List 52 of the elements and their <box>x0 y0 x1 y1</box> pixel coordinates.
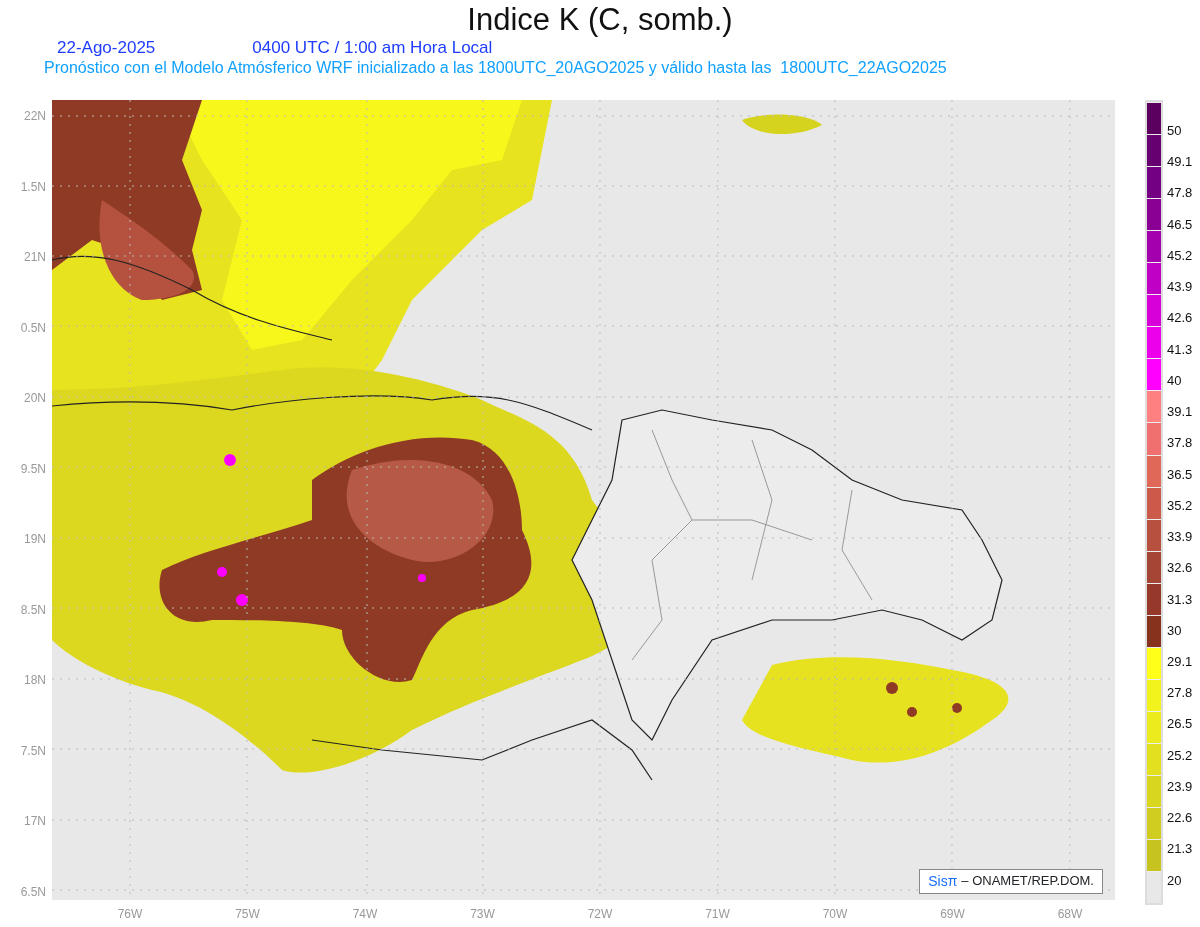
scale-label: 49.1 <box>1167 155 1193 172</box>
scale-label: 46.5 <box>1167 217 1193 234</box>
scale-label: 45.2 <box>1167 248 1193 265</box>
scale-label: 37.8 <box>1167 436 1193 453</box>
scale-label: 40 <box>1167 373 1183 390</box>
scale-label: 25.2 <box>1167 748 1193 765</box>
scale-label: 36.5 <box>1167 467 1193 484</box>
scale-label: 29.1 <box>1167 655 1193 671</box>
longitude-label: 75W <box>234 906 261 923</box>
scale-label: 35.2 <box>1167 498 1193 515</box>
scale-label: 47.8 <box>1167 186 1193 203</box>
scale-label: 42.6 <box>1167 311 1193 328</box>
latitude-label: 18N <box>24 673 46 687</box>
forecast-date: 22-Ago-2025 <box>57 38 156 58</box>
chart-title: Indice K (C, somb.) <box>466 1 734 38</box>
latitude-label: 22N <box>24 109 46 123</box>
scale-label: 20 <box>1167 873 1183 890</box>
latitude-label: 9.5N <box>20 461 46 476</box>
scale-label: 27.8 <box>1167 686 1193 703</box>
forecast-time: 0400 UTC / 1:00 am Hora Local <box>252 38 493 58</box>
latitude-label: 1.5N <box>20 179 46 194</box>
latitude-label: 20N <box>24 391 46 405</box>
scale-label: 50 <box>1167 124 1183 140</box>
longitude-label: 71W <box>704 906 731 923</box>
scale-label: 22.6 <box>1167 811 1193 828</box>
longitude-label: 68W <box>1056 906 1084 923</box>
longitude-label: 69W <box>939 906 966 923</box>
scale-label: 39.1 <box>1167 405 1193 422</box>
scale-label: 43.9 <box>1167 280 1193 297</box>
scale-label: 21.3 <box>1167 842 1193 859</box>
scale-label: 30 <box>1167 623 1183 640</box>
longitude-label: 76W <box>116 906 144 923</box>
longitude-label: 73W <box>469 906 496 923</box>
scale-label: 31.3 <box>1167 592 1193 609</box>
scale-label: 26.5 <box>1167 717 1193 734</box>
scale-label: 32.6 <box>1167 561 1193 578</box>
latitude-label: 17N <box>24 814 46 828</box>
latitude-label: 8.5N <box>20 602 46 617</box>
latitude-label: 0.5N <box>20 320 46 335</box>
longitude-label: 72W <box>586 906 614 923</box>
scale-label: 33.9 <box>1167 530 1193 547</box>
logo-text: Sisπ <box>928 872 958 891</box>
latitude-label: 7.5N <box>20 743 46 758</box>
forecast-description: Pronóstico con el Modelo Atmósferico WRF inicializado a las 1800UTC_20AGO2025 y válido hasta las 1800UTC_22AGO2025 <box>43 58 948 78</box>
longitude-label: 70W <box>821 906 849 923</box>
scale-label: 41.3 <box>1167 342 1193 359</box>
latitude-label: 21N <box>24 250 46 264</box>
latitude-label: 19N <box>24 532 46 546</box>
latitude-label: 6.5N <box>20 884 46 899</box>
longitude-label: 74W <box>351 906 379 923</box>
scale-label: 23.9 <box>1167 779 1193 796</box>
credit-text: – ONAMET/REP.DOM. <box>961 872 1094 890</box>
